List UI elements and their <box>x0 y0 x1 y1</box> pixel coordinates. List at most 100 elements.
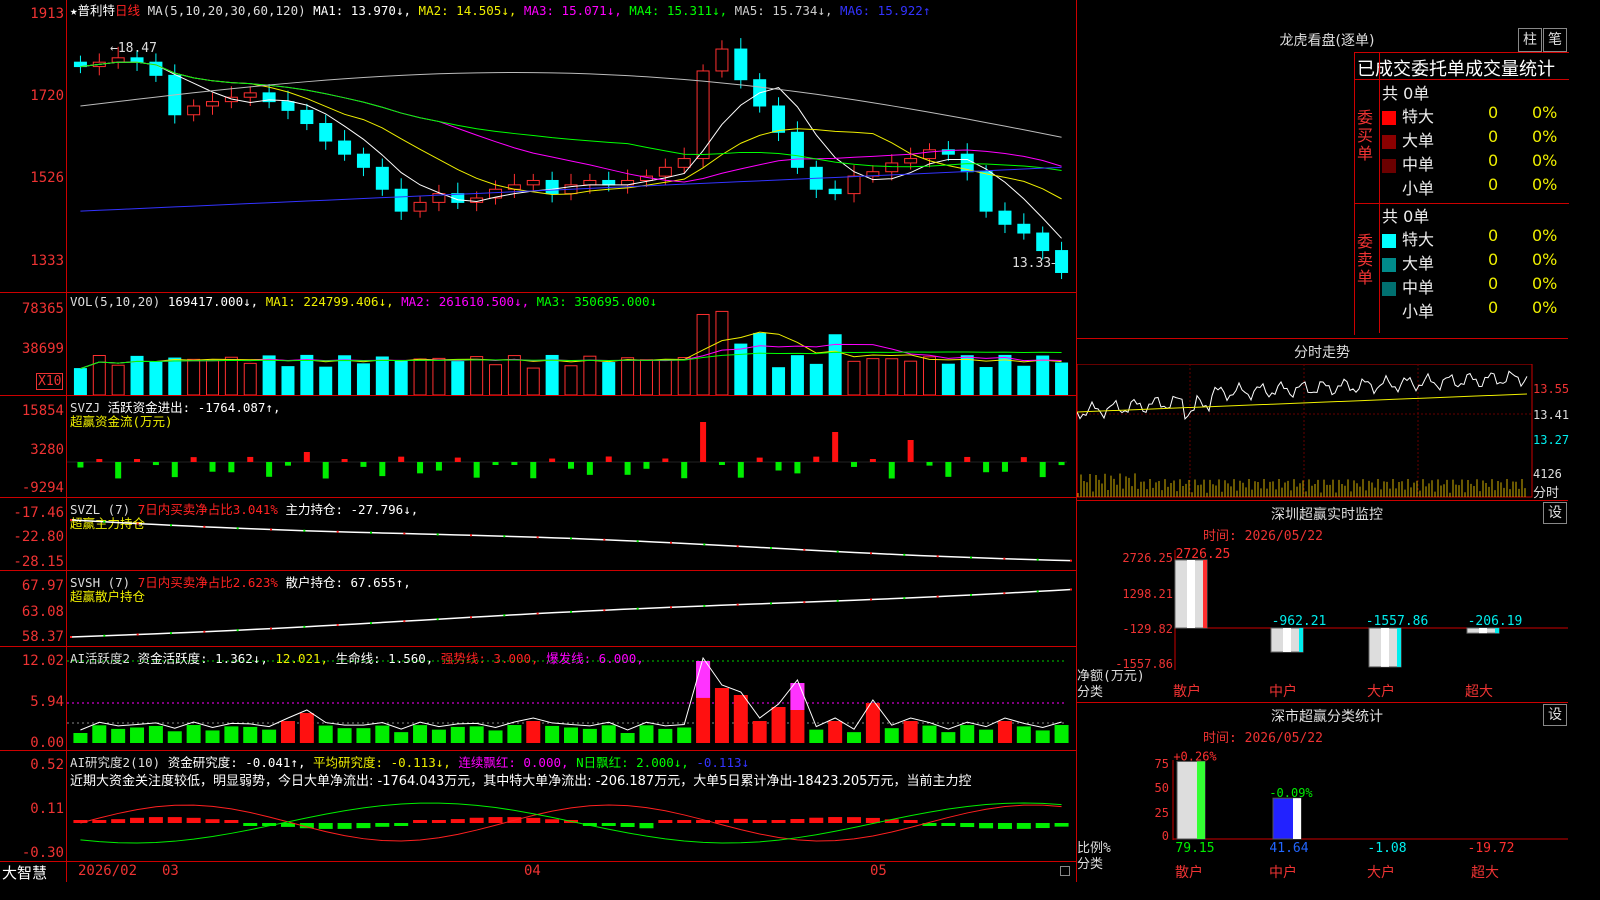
holding-tick <box>803 601 806 604</box>
ai2-tick: -0.30 <box>21 845 64 861</box>
activity-bar <box>865 703 880 743</box>
flow-bar <box>284 462 291 466</box>
candle <box>885 162 899 173</box>
research-bar <box>771 820 786 823</box>
research-bar <box>224 820 239 823</box>
volume-panel[interactable]: VOL(5,10,20) 169417.000↓, MA1: 224799.40… <box>0 293 1076 396</box>
ai-activity-panel[interactable]: AI活跃度2 资金活跃度: 1.362↓, 12.021, 生命线: 1.560… <box>0 647 1076 751</box>
research-bar <box>941 823 956 826</box>
date-axis: 大智慧 2026/02 03 04 05 <box>0 862 1076 882</box>
ai2-c: 连续飘红: 0.000, <box>458 755 569 770</box>
candle <box>356 153 370 168</box>
ma-line <box>80 61 1062 172</box>
volume-bar <box>1036 355 1050 395</box>
holding-tick <box>203 525 206 528</box>
sz-category-label: 中户 <box>1269 683 1297 700</box>
research-bar <box>997 823 1012 829</box>
svsh-tick: 67.97 <box>21 578 64 594</box>
candle <box>413 201 427 212</box>
order-pct: 0% <box>1532 175 1558 194</box>
price-line <box>1077 370 1528 420</box>
research-bar <box>733 818 748 823</box>
research-bar <box>620 823 635 827</box>
ai2-tick: 0.52 <box>30 757 64 773</box>
intraday-chart[interactable] <box>1077 364 1533 498</box>
ai1-tick: 5.94 <box>30 694 64 710</box>
stat-title: 已成交委托单成交量统计 <box>1357 59 1555 80</box>
color-swatch <box>1382 233 1396 248</box>
order-pct: 0% <box>1532 226 1558 245</box>
class-unit-label: 比例% <box>1077 841 1111 856</box>
sell-orders-label: 委卖单 <box>1357 232 1374 287</box>
flow-bar <box>775 462 782 471</box>
research-bar <box>601 823 616 826</box>
holding-tick <box>503 535 506 538</box>
app-logo: 大智慧 <box>2 864 48 882</box>
candlestick-chart[interactable] <box>67 14 1075 290</box>
buy-orders-label: 委买单 <box>1357 108 1374 163</box>
sz-settings-button[interactable]: 设 <box>1543 502 1567 524</box>
svsh-panel[interactable]: SVSH (7) 7日内买卖净占比2.623% 散户持仓: 67.655↑, 超… <box>0 571 1076 647</box>
volume-bar <box>300 354 314 395</box>
holding-tick <box>936 555 939 558</box>
order-count: 0 <box>1488 175 1499 194</box>
right-sidebar: 龙虎看盘(逐单) 柱 笔 已成交委托单成交量统计 委买单 共 0单 特大 0 0% 大… <box>1077 0 1570 882</box>
flow-bar <box>568 462 574 469</box>
price-tick: 1333 <box>30 253 64 269</box>
sz-bar-edge <box>1203 560 1207 628</box>
research-bar <box>714 820 729 823</box>
class-settings-button[interactable]: 设 <box>1543 704 1567 726</box>
activity-bar <box>1035 730 1050 743</box>
flow-bar <box>209 462 216 472</box>
ai2-d: N日飘红: 2.000↓, <box>576 755 689 770</box>
class-top-label: +0.26% <box>1173 749 1217 763</box>
color-swatch <box>1382 158 1396 173</box>
sz-bar-label: -206.19 <box>1468 614 1523 629</box>
svzl-panel[interactable]: SVZL (7) 7日内买卖净占比3.041% 主力持仓: -27.796↓, … <box>0 498 1076 571</box>
class-value: -19.72 <box>1468 841 1515 856</box>
research-bar <box>903 820 918 823</box>
flow-bar <box>511 462 518 465</box>
svzj-panel[interactable]: SVZJ 活跃资金进出: -1764.087↑, 超赢资金流(万元) 15854… <box>0 396 1076 498</box>
intraday-tick: 13.41 <box>1533 408 1570 422</box>
activity-bar <box>677 727 692 743</box>
research-bar <box>148 817 163 823</box>
research-bar <box>167 817 182 823</box>
holding-tick <box>270 627 272 630</box>
research-bar <box>828 817 843 823</box>
color-swatch <box>1382 281 1396 296</box>
activity-bar <box>941 732 956 743</box>
research-bar <box>1054 823 1069 827</box>
ai-research-panel[interactable]: AI研究度2(10) 资金研究度: -0.041↑, 平均研究度: -0.113… <box>0 751 1076 862</box>
flow-bar <box>907 440 914 462</box>
svzl-tick: -17.46 <box>13 505 64 521</box>
price-panel[interactable]: ★普利特日线 MA(5,10,20,30,60,120) MA1: 13.970… <box>0 0 1076 293</box>
volume-bar <box>998 354 1012 395</box>
candle <box>394 188 408 212</box>
trade-mode-button[interactable]: 笔 <box>1543 28 1567 52</box>
order-pct: 0% <box>1532 103 1558 122</box>
holding-tick <box>570 537 572 540</box>
holding-tick <box>536 536 539 539</box>
holding-tick <box>370 531 372 534</box>
ma-line <box>80 61 1062 239</box>
lock-icon[interactable] <box>1060 866 1070 876</box>
activity-bar <box>394 732 409 743</box>
volume-bar <box>564 365 578 395</box>
order-row: 中单 0 0% <box>1382 151 1568 174</box>
activity-bar <box>582 728 597 743</box>
holding-tick <box>203 630 206 633</box>
activity-bar <box>280 721 295 743</box>
flow-bar <box>549 458 556 462</box>
holding-tick <box>270 528 272 531</box>
activity-bar <box>148 725 163 743</box>
class-category-label: 中户 <box>1269 864 1297 881</box>
bar-mode-button[interactable]: 柱 <box>1518 28 1542 52</box>
holding-tick <box>1070 588 1072 591</box>
order-row: 中单 0 0% <box>1382 274 1568 297</box>
order-type: 特大 <box>1402 230 1435 249</box>
volume-bar <box>941 363 955 395</box>
holding-line <box>70 519 1072 562</box>
holding-tick <box>370 622 372 625</box>
research-bar <box>488 817 503 823</box>
